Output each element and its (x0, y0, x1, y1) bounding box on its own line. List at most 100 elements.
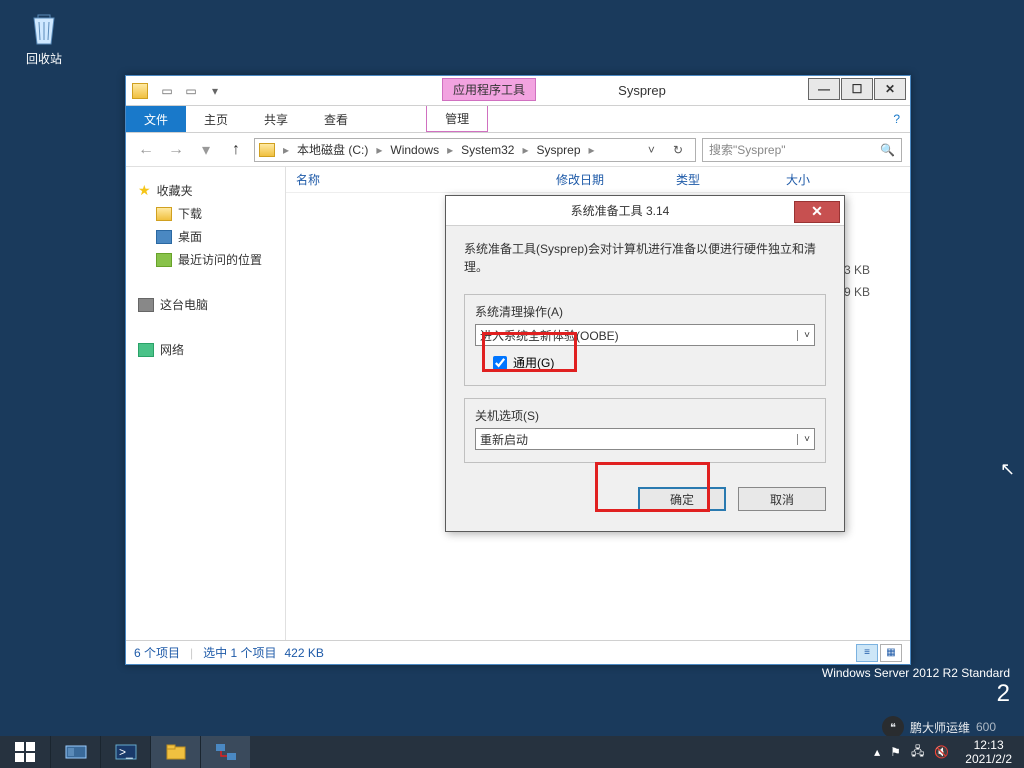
chevron-down-icon: ˅ (797, 434, 810, 445)
task-server-manager[interactable] (50, 736, 100, 768)
recycle-bin-icon (24, 8, 64, 48)
folder-icon (259, 143, 275, 157)
chevron-down-icon: ˅ (797, 330, 810, 341)
recycle-bin[interactable]: 回收站 (18, 8, 70, 67)
os-watermark: Windows Server 2012 R2 Standard 2 (822, 666, 1010, 708)
breadcrumb[interactable]: System32 (457, 143, 518, 157)
search-icon[interactable]: 🔍 (880, 143, 895, 157)
folder-icon (156, 207, 172, 221)
wechat-icon: ❝ (882, 716, 904, 738)
cleanup-action-label: 系统清理操作(A) (475, 303, 815, 320)
window-title: Sysprep (476, 83, 808, 98)
address-bar[interactable]: ▸ 本地磁盘 (C:) ▸ Windows ▸ System32 ▸ Syspr… (254, 138, 696, 162)
tray-time: 12:13 (965, 738, 1012, 752)
tab-file[interactable]: 文件 (126, 106, 186, 132)
chevron-right-icon[interactable]: ▸ (520, 143, 530, 157)
watermark-text: 鹏大师运维 (910, 719, 970, 736)
build-suffix: 600 (976, 720, 996, 734)
chevron-right-icon[interactable]: ▸ (281, 143, 291, 157)
ribbon-tabs: 文件 主页 共享 查看 管理 ? (126, 106, 910, 133)
ok-button[interactable]: 确定 (638, 487, 726, 511)
shutdown-options-select[interactable]: 重新启动 ˅ (475, 428, 815, 450)
folder-icon (132, 83, 148, 99)
sidebar-recent[interactable]: 最近访问的位置 (126, 248, 285, 271)
clock[interactable]: 12:13 2021/2/2 (959, 738, 1018, 767)
help-icon[interactable]: ? (883, 106, 910, 132)
sidebar-desktop[interactable]: 桌面 (126, 225, 285, 248)
sidebar-downloads[interactable]: 下载 (126, 202, 285, 225)
task-explorer[interactable] (150, 736, 200, 768)
refresh-icon[interactable]: ↻ (665, 143, 691, 157)
sidebar-favorites[interactable]: ★收藏夹 (126, 179, 285, 202)
system-tray[interactable]: ▴ ⚑ 🖧 🔇 12:13 2021/2/2 (868, 736, 1024, 768)
quick-access-toolbar: ▭ ▭ ▾ (152, 82, 230, 100)
search-input[interactable]: 搜索"Sysprep" 🔍 (702, 138, 902, 162)
task-network-connections[interactable] (200, 736, 250, 768)
view-icons-button[interactable]: ▦ (880, 644, 902, 662)
chevron-right-icon[interactable]: ▸ (445, 143, 455, 157)
generalize-label[interactable]: 通用(G) (513, 354, 554, 371)
col-date[interactable]: 修改日期 (556, 171, 676, 188)
action-center-icon[interactable]: ⚑ (890, 745, 901, 759)
sidebar-network[interactable]: 网络 (126, 338, 285, 361)
nav-forward-button: → (164, 138, 188, 162)
nav-up-button[interactable]: ↑ (224, 138, 248, 162)
nav-pane: ★收藏夹 下载 桌面 最近访问的位置 这台电脑 网络 (126, 167, 286, 640)
nav-recent-dropdown[interactable]: ▾ (194, 138, 218, 162)
breadcrumb[interactable]: Sysprep (533, 143, 585, 157)
tab-manage[interactable]: 管理 (426, 106, 488, 132)
computer-icon (138, 298, 154, 312)
dialog-message: 系统准备工具(Sysprep)会对计算机进行准备以便进行硬件独立和清理。 (464, 240, 826, 276)
star-icon: ★ (138, 182, 151, 199)
address-dropdown-icon[interactable]: ˅ (640, 143, 663, 157)
volume-muted-icon[interactable]: 🔇 (934, 745, 949, 759)
status-item-count: 6 个项目 (134, 644, 180, 661)
qat-properties-icon[interactable]: ▭ (158, 82, 176, 100)
address-bar-row: ← → ▾ ↑ ▸ 本地磁盘 (C:) ▸ Windows ▸ System32… (126, 133, 910, 167)
svg-text:>_: >_ (119, 745, 133, 759)
qat-dropdown-icon[interactable]: ▾ (206, 82, 224, 100)
breadcrumb[interactable]: Windows (386, 143, 443, 157)
tray-date: 2021/2/2 (965, 752, 1012, 766)
minimize-button[interactable]: — (808, 78, 840, 100)
tab-share[interactable]: 共享 (246, 106, 306, 132)
col-type[interactable]: 类型 (676, 171, 786, 188)
recycle-bin-label: 回收站 (18, 50, 70, 67)
col-size[interactable]: 大小 (786, 171, 846, 188)
tab-home[interactable]: 主页 (186, 106, 246, 132)
start-button[interactable] (0, 736, 50, 768)
chevron-right-icon[interactable]: ▸ (374, 143, 384, 157)
tab-view[interactable]: 查看 (306, 106, 366, 132)
network-icon (138, 343, 154, 357)
dialog-title: 系统准备工具 3.14 (446, 202, 794, 219)
tray-up-icon[interactable]: ▴ (874, 745, 880, 759)
titlebar[interactable]: ▭ ▭ ▾ 应用程序工具 Sysprep — ☐ ✕ (126, 76, 910, 106)
qat-newfolder-icon[interactable]: ▭ (182, 82, 200, 100)
nav-back-button[interactable]: ← (134, 138, 158, 162)
maximize-button[interactable]: ☐ (841, 78, 873, 100)
chevron-right-icon[interactable]: ▸ (587, 143, 597, 157)
desktop-icon (156, 230, 172, 244)
cancel-button[interactable]: 取消 (738, 487, 826, 511)
cursor-icon: ↖ (1000, 459, 1015, 480)
cleanup-action-value: 进入系统全新体验(OOBE) (480, 327, 619, 344)
sidebar-this-pc[interactable]: 这台电脑 (126, 293, 285, 316)
view-details-button[interactable]: ≡ (856, 644, 878, 662)
generalize-checkbox[interactable] (493, 356, 507, 370)
breadcrumb[interactable]: 本地磁盘 (C:) (293, 141, 372, 158)
dialog-titlebar[interactable]: 系统准备工具 3.14 ✕ (446, 196, 844, 226)
sysprep-dialog: 系统准备工具 3.14 ✕ 系统准备工具(Sysprep)会对计算机进行准备以便… (445, 195, 845, 532)
taskbar[interactable]: >_ ▴ ⚑ 🖧 🔇 12:13 2021/2/2 (0, 736, 1024, 768)
status-bar: 6 个项目 | 选中 1 个项目 422 KB ≡ ▦ (126, 640, 910, 664)
close-button[interactable]: ✕ (874, 78, 906, 100)
column-headers[interactable]: 名称 修改日期 类型 大小 (286, 167, 910, 193)
cleanup-action-select[interactable]: 进入系统全新体验(OOBE) ˅ (475, 324, 815, 346)
dialog-close-button[interactable]: ✕ (794, 201, 840, 223)
col-name[interactable]: 名称 (296, 171, 556, 188)
windows-logo-icon (15, 742, 35, 762)
network-icon[interactable]: 🖧 (911, 742, 924, 763)
os-edition: Windows Server 2012 R2 Standard (822, 666, 1010, 680)
recent-icon (156, 253, 172, 267)
task-powershell[interactable]: >_ (100, 736, 150, 768)
status-selected: 选中 1 个项目 (203, 644, 276, 661)
